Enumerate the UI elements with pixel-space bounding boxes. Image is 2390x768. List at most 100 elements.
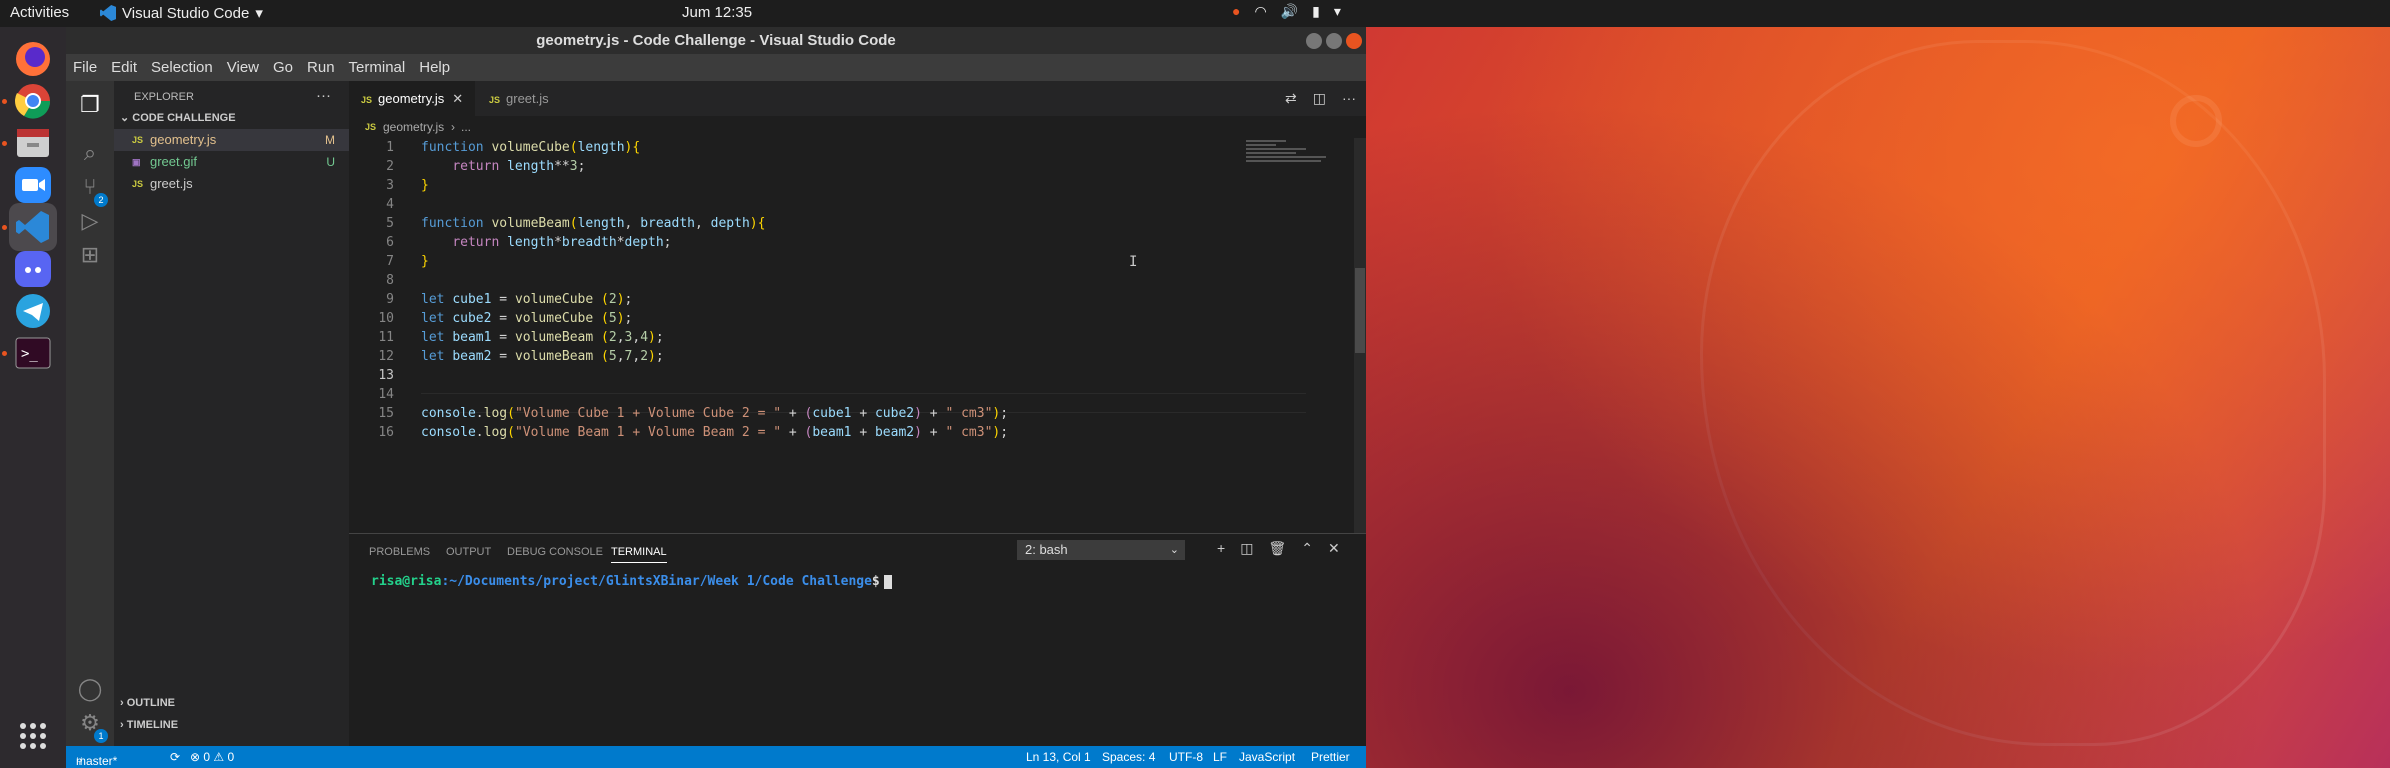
breadcrumb-rest[interactable]: ... [461, 120, 471, 134]
chrome-icon[interactable] [9, 77, 57, 125]
terminal-prompt[interactable]: risa@risa:~/Documents/project/GlintsXBin… [371, 574, 892, 589]
clock[interactable]: Jum 12:35 [682, 4, 752, 21]
problems-status[interactable]: ⊗ 0 ⚠ 0 [190, 750, 234, 764]
explorer-icon[interactable]: ❐ [66, 81, 114, 129]
ibeam-cursor-icon: I [1129, 254, 1138, 270]
line-number: 9 [386, 292, 394, 307]
maximize-button[interactable] [1326, 33, 1342, 49]
code-line-14: console.log("Volume Cube 1 + Volume Cube… [421, 406, 1009, 421]
menu-run[interactable]: Run [300, 59, 342, 76]
line-number: 13 [378, 368, 394, 383]
code-line-10: let cube2 = volumeCube (5); [421, 311, 633, 326]
encoding[interactable]: UTF-8 [1169, 750, 1203, 764]
outline-section[interactable]: › OUTLINE [120, 697, 175, 709]
window-title: geometry.js - Code Challenge - Visual St… [536, 32, 896, 49]
code-line-9: let cube1 = volumeCube (2); [421, 292, 633, 307]
chevron-right-icon: › [120, 719, 127, 731]
system-tray[interactable]: ● ◠ 🔊 ▮ ▾ [1232, 3, 1341, 20]
firefox-icon[interactable] [9, 35, 57, 83]
tab-terminal[interactable]: TERMINAL [611, 546, 667, 563]
js-file-icon: JS [132, 179, 144, 189]
split-editor-icon[interactable]: ◫ [1313, 90, 1326, 107]
js-file-icon: JS [132, 135, 144, 145]
explorer-header: EXPLORER [134, 91, 194, 103]
menu-help[interactable]: Help [412, 59, 457, 76]
more-actions-icon[interactable]: ··· [1342, 90, 1356, 107]
file-item-geometry[interactable]: JS geometry.js M [114, 129, 349, 151]
new-terminal-icon[interactable]: + [1217, 540, 1225, 557]
tab-geometry-js[interactable]: JS geometry.js ✕ [349, 81, 476, 116]
tab-greet-js[interactable]: JS greet.js [477, 81, 561, 116]
tab-label: greet.js [506, 91, 549, 106]
menu-selection[interactable]: Selection [144, 59, 220, 76]
terminal-select-value: 2: bash [1025, 542, 1068, 557]
editor-scrollbar[interactable] [1354, 138, 1366, 533]
tab-output[interactable]: OUTPUT [446, 546, 491, 558]
line-number: 3 [386, 178, 394, 193]
minimap[interactable] [1246, 140, 1346, 180]
menu-terminal[interactable]: Terminal [342, 59, 413, 76]
cursor-position[interactable]: Ln 13, Col 1 [1026, 750, 1091, 764]
wifi-icon: ◠ [1254, 3, 1267, 19]
breadcrumb-file[interactable]: geometry.js [383, 120, 444, 134]
more-actions-icon[interactable]: ··· [316, 87, 331, 104]
js-file-icon: JS [365, 122, 377, 132]
open-changes-icon[interactable]: ⇄ [1285, 90, 1297, 107]
outline-label: OUTLINE [126, 697, 176, 709]
code-line-6: return length*breadth*depth; [452, 235, 672, 250]
line-number: 5 [386, 216, 394, 231]
tab-problems[interactable]: PROBLEMS [369, 546, 430, 558]
prompt-user: risa@risa [371, 574, 442, 589]
minimize-button[interactable] [1306, 33, 1322, 49]
explorer-sidebar: EXPLORER ··· ⌄ CODE CHALLENGE JS geometr… [114, 81, 349, 746]
app-menu[interactable]: Visual Studio Code ▾ [100, 4, 263, 22]
editor-actions: ⇄ ◫ ··· [1285, 90, 1356, 107]
trash-icon[interactable]: 🗑 [1268, 540, 1286, 557]
wallpaper-bird-eye [2170, 95, 2222, 147]
files-icon[interactable] [9, 119, 57, 167]
maximize-panel-icon[interactable]: ⌃ [1301, 540, 1313, 557]
discord-icon[interactable] [9, 245, 57, 293]
file-item-greet-js[interactable]: JS greet.js [114, 173, 349, 195]
formatter[interactable]: Prettier [1311, 750, 1350, 764]
chevron-right-icon: › [120, 697, 127, 709]
timeline-section[interactable]: › TIMELINE [120, 719, 178, 731]
folder-section[interactable]: ⌄ CODE CHALLENGE [120, 111, 236, 124]
menu-go[interactable]: Go [266, 59, 300, 76]
line-number: 1 [386, 140, 394, 155]
code-line-3: } [421, 178, 429, 193]
end-of-line[interactable]: LF [1213, 750, 1227, 764]
extensions-icon[interactable]: ⊞ [66, 231, 114, 279]
code-line-11: let beam1 = volumeBeam (2,3,4); [421, 330, 664, 345]
menu-file[interactable]: File [66, 59, 104, 76]
code-editor[interactable]: 1 2 3 4 5 6 7 8 9 10 11 12 13 14 15 16 function volumeC… [349, 138, 1366, 533]
sync-icon[interactable]: ⟳ [170, 750, 180, 764]
terminal-icon[interactable]: >_ [9, 329, 57, 377]
terminal-select[interactable]: 2: bash ⌄ [1017, 540, 1185, 560]
show-applications-icon[interactable] [9, 712, 57, 760]
indentation[interactable]: Spaces: 4 [1102, 750, 1155, 764]
zoom-icon[interactable] [9, 161, 57, 209]
close-window-button[interactable] [1346, 33, 1362, 49]
git-status: U [326, 155, 335, 169]
svg-text:>_: >_ [21, 346, 38, 362]
menu-view[interactable]: View [220, 59, 266, 76]
line-number: 10 [378, 311, 394, 326]
scrollbar-thumb[interactable] [1355, 268, 1365, 353]
prompt-path: :~/Documents/project/GlintsXBinar/Week 1… [441, 574, 872, 589]
js-file-icon: JS [489, 95, 501, 105]
menu-edit[interactable]: Edit [104, 59, 144, 76]
split-terminal-icon[interactable]: ◫ [1240, 540, 1253, 557]
close-icon[interactable]: ✕ [452, 91, 463, 106]
file-item-greet-gif[interactable]: ▣ greet.gif U [114, 151, 349, 173]
language-mode[interactable]: JavaScript [1239, 750, 1295, 764]
activities-button[interactable]: Activities [10, 4, 69, 21]
vscode-dock-icon[interactable] [9, 203, 57, 251]
settings-gear-icon[interactable]: ⚙ 1 [66, 699, 114, 747]
settings-badge: 1 [94, 729, 108, 743]
line-number: 11 [378, 330, 394, 345]
tab-debug-console[interactable]: DEBUG CONSOLE [507, 546, 603, 558]
telegram-icon[interactable] [9, 287, 57, 335]
close-panel-icon[interactable]: ✕ [1328, 540, 1340, 557]
wallpaper-bird-outline [1700, 40, 2326, 746]
